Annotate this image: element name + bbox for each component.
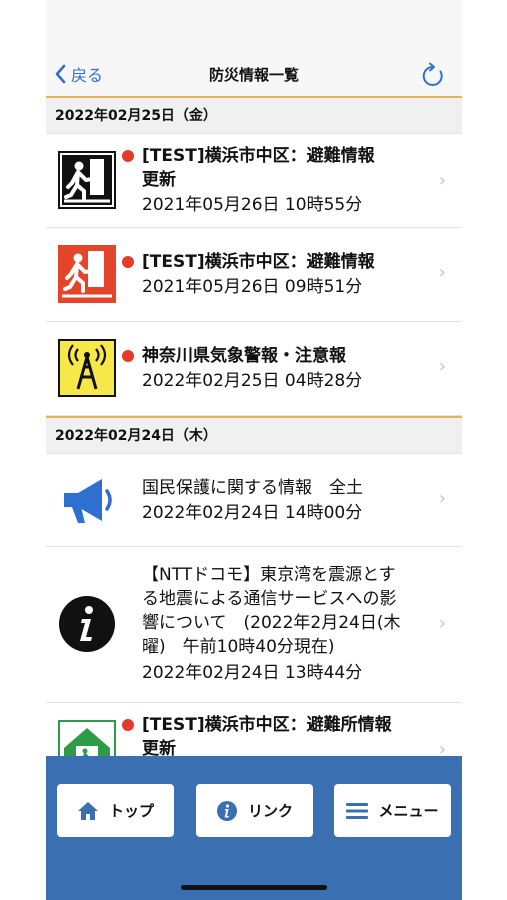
item-title: [TEST]横浜市中区：避難情報 更新 [142,146,375,190]
top-button-label: トップ [108,802,154,820]
reload-button[interactable] [420,61,446,93]
item-title: 【NTTドコモ】東京湾を震源とす る地震による通信サービスへの影 響について (… [142,565,401,657]
section-header: 2022年02月25日（金） [46,98,462,134]
menu-button-label: メニュー [378,802,439,820]
link-button[interactable]: リンク [196,784,313,837]
list-item[interactable]: [TEST]横浜市中区：避難情報 更新 2021年05月26日 10時55分 › [46,134,462,228]
navigation-bar: 戻る 防災情報一覧 [46,52,462,98]
unread-dot [122,350,134,362]
top-button[interactable]: トップ [57,784,174,837]
home-icon [77,801,98,820]
list-item[interactable]: [TEST]横浜市中区：避難情報 2021年05月26日 09時51分 › [46,228,462,322]
info-circle-icon [216,800,237,821]
chevron-right-icon: › [438,356,446,377]
unread-dot [122,256,134,268]
chevron-right-icon: › [438,613,446,634]
app-screen: 戻る 防災情報一覧 2022年02月25日（金） [TEST]横浜市中区：避難情… [46,0,462,900]
chevron-right-icon: › [438,262,446,283]
item-title: [TEST]横浜市中区：避難所情報 更新 [142,715,392,759]
bottom-toolbar: トップ リンク メニュー [46,756,462,900]
link-button-label: リンク [247,802,293,820]
item-date: 2022年02月25日 04時28分 [142,371,363,391]
menu-button[interactable]: メニュー [334,784,451,837]
chevron-right-icon: › [438,170,446,191]
item-date: 2022年02月24日 13時44分 [142,663,363,683]
evacuation-icon [58,151,116,209]
home-indicator [181,885,327,890]
reload-icon [422,62,443,86]
info-icon [59,596,115,652]
left-gutter [0,0,46,900]
list-item[interactable]: 神奈川県気象警報・注意報 2022年02月25日 04時28分 › [46,322,462,416]
item-title: 国民保護に関する情報 全土 [142,478,363,498]
megaphone-icon [64,479,112,523]
status-area [46,0,462,52]
list-item[interactable]: 【NTTドコモ】東京湾を震源とす る地震による通信サービスへの影 響について (… [46,547,462,703]
unread-dot [122,719,134,731]
item-date: 2022年02月24日 14時00分 [142,503,363,523]
unread-dot [122,150,134,162]
info-list: 2022年02月25日（金） [TEST]横浜市中区：避難情報 更新 2021年… [46,98,462,797]
evacuation-red-icon [58,245,116,303]
item-title: [TEST]横浜市中区：避難情報 [142,252,375,272]
hamburger-menu-icon [346,802,369,819]
page-title: 防災情報一覧 [208,66,299,84]
list-item[interactable]: 国民保護に関する情報 全土 2022年02月24日 14時00分 › [46,454,462,547]
item-title: 神奈川県気象警報・注意報 [142,346,346,366]
weather-warning-icon [58,339,116,397]
item-date: 2021年05月26日 10時55分 [142,195,363,215]
section-header: 2022年02月24日（木） [46,416,462,454]
item-date: 2021年05月26日 09時51分 [142,277,363,297]
chevron-right-icon: › [438,488,446,509]
